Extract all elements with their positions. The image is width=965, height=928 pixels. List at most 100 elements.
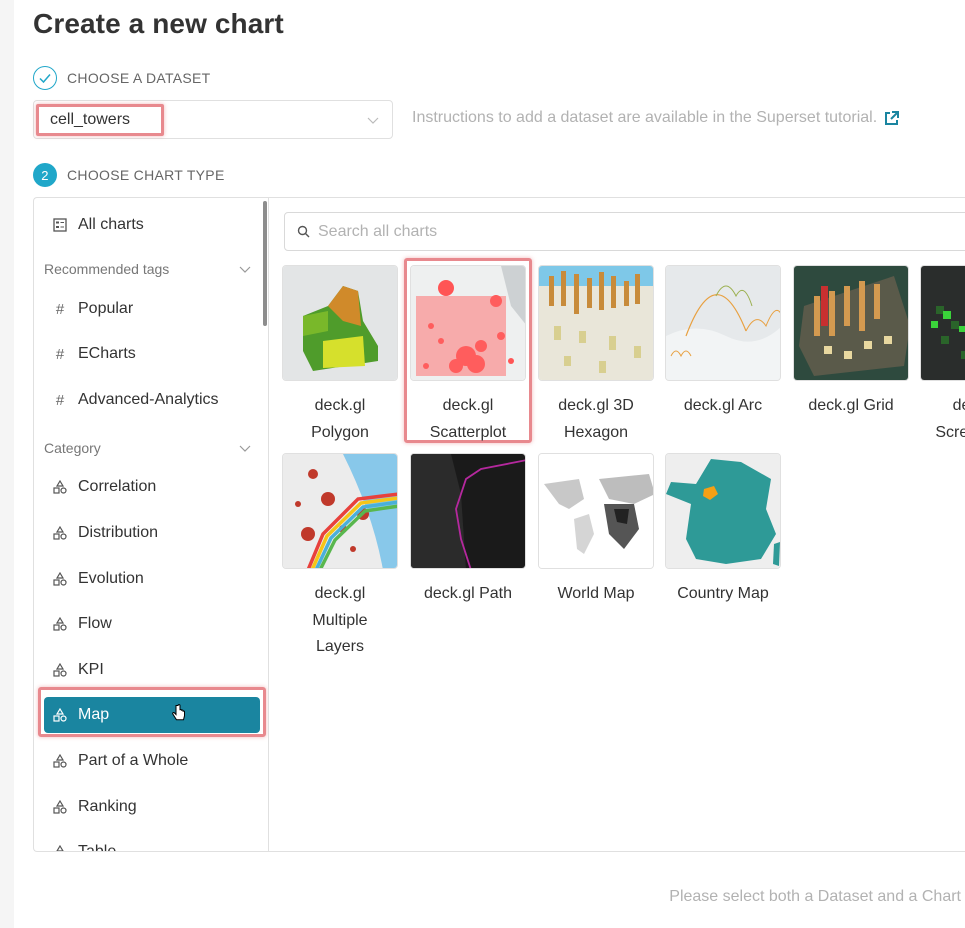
hash-icon: #: [55, 345, 65, 363]
thumbnail-polygon: [282, 265, 398, 381]
sidebar-item-flow[interactable]: Flow: [44, 606, 260, 642]
sidebar-item-popular[interactable]: # Popular: [44, 291, 260, 327]
shapes-icon: [52, 754, 68, 768]
tile-label: deck.gl 3D: [558, 397, 634, 414]
tile-label: deck.gl Grid: [808, 397, 894, 414]
chevron-down-icon[interactable]: [238, 441, 252, 455]
step-number-badge: 2: [33, 163, 57, 187]
recommended-tags-header[interactable]: Recommended tags: [44, 261, 252, 277]
chart-tile-deckgl-polygon[interactable]: deck.gl Polygon: [282, 265, 398, 446]
check-circle-icon: [33, 66, 57, 90]
thumbnail-path: [410, 453, 526, 569]
sidebar-item-echarts[interactable]: # ECharts: [44, 336, 260, 372]
dataset-selected-value[interactable]: cell_towers: [36, 104, 164, 136]
sidebar-item-label: Table: [78, 843, 116, 851]
tile-label: Country Map: [677, 585, 769, 602]
chart-tile-country-map[interactable]: Country Map: [665, 453, 781, 608]
dataset-instructions: Instructions to add a dataset are availa…: [412, 109, 900, 127]
tile-label: Hexagon: [563, 423, 629, 441]
sidebar-item-label: Popular: [78, 300, 134, 317]
shapes-icon: [52, 663, 68, 677]
search-input[interactable]: [318, 222, 918, 241]
external-link-icon[interactable]: [883, 110, 900, 127]
thumbnail-world-map: [538, 453, 654, 569]
sidebar-item-map[interactable]: Map: [44, 697, 260, 733]
step-label: CHOOSE A DATASET: [67, 70, 211, 86]
shapes-icon: [52, 617, 68, 631]
thumbnail-scatterplot: [410, 265, 526, 381]
step-label: CHOOSE CHART TYPE: [67, 167, 225, 183]
hash-icon: #: [55, 300, 65, 318]
section-title: Recommended tags: [44, 261, 170, 277]
sidebar-item-label: Evolution: [78, 570, 144, 587]
tile-label: Multiple: [312, 611, 368, 629]
instructions-text: Instructions to add a dataset are availa…: [412, 109, 878, 126]
sidebar-item-label: ECharts: [78, 345, 136, 362]
tile-label: World Map: [557, 585, 635, 602]
chart-tile-deckgl-3d-hexagon[interactable]: deck.gl 3D Hexagon: [538, 265, 654, 446]
chart-tile-world-map[interactable]: World Map: [538, 453, 654, 608]
sidebar-item-ranking[interactable]: Ranking: [44, 789, 260, 825]
dataset-select[interactable]: cell_towers: [33, 100, 393, 139]
chart-tile-deckgl-scatterplot[interactable]: deck.gl Scatterplot: [410, 265, 526, 446]
chart-tile-deckgl-arc[interactable]: deck.gl Arc: [665, 265, 781, 420]
create-chart-page: Create a new chart CHOOSE A DATASET cell…: [33, 0, 965, 928]
chart-tile-deckgl-screen-grid[interactable]: deck.gl Screen Grid: [920, 265, 965, 446]
footer-status-message: Please select both a Dataset and a Chart: [669, 888, 961, 905]
sidebar-item-part-of-a-whole[interactable]: Part of a Whole: [44, 743, 260, 779]
sidebar-item-evolution[interactable]: Evolution: [44, 561, 260, 597]
sidebar-item-all-charts[interactable]: All charts: [44, 207, 260, 243]
table-icon: [52, 218, 68, 232]
sidebar-item-correlation[interactable]: Correlation: [44, 469, 260, 505]
chevron-down-icon[interactable]: [238, 262, 252, 276]
tile-label: Polygon: [311, 423, 369, 441]
shapes-icon: [52, 526, 68, 540]
thumbnail-arc: [665, 265, 781, 381]
step-choose-chart-type: 2 CHOOSE CHART TYPE: [33, 163, 225, 187]
tile-label: deck.gl: [442, 397, 494, 414]
tile-label: deck.gl Path: [423, 585, 513, 602]
tile-label: deck.gl: [952, 397, 965, 414]
tile-label: Layers: [315, 638, 365, 655]
shapes-icon: [52, 800, 68, 814]
sidebar-item-label: Map: [78, 706, 110, 723]
sidebar-item-label: Ranking: [78, 798, 137, 815]
thumbnail-3d-hexagon: [538, 265, 654, 381]
thumbnail-screen-grid: [920, 265, 965, 381]
page-title: Create a new chart: [33, 8, 284, 39]
tile-label: Screen Grid: [935, 423, 965, 441]
chart-type-panel: All charts Recommended tags # Popular # …: [33, 197, 965, 852]
tile-label: Scatterplot: [429, 423, 507, 441]
thumbnail-grid: [793, 265, 909, 381]
sidebar-item-label: Flow: [78, 615, 112, 632]
shapes-icon: [52, 845, 68, 851]
section-title: Category: [44, 440, 101, 456]
sidebar-item-label: Part of a Whole: [78, 752, 189, 769]
sidebar-item-label: Distribution: [78, 524, 159, 541]
sidebar-item-kpi[interactable]: KPI: [44, 652, 260, 688]
shapes-icon: [52, 708, 68, 722]
search-icon: [297, 225, 310, 238]
chart-tile-deckgl-grid[interactable]: deck.gl Grid: [793, 265, 909, 420]
thumbnail-multiple-layers: [282, 453, 398, 569]
tile-label: deck.gl: [314, 397, 366, 414]
tile-label: deck.gl: [314, 585, 366, 602]
chart-tile-deckgl-path[interactable]: deck.gl Path: [410, 453, 526, 608]
left-gutter: [0, 0, 14, 928]
chart-search-box[interactable]: [284, 212, 965, 251]
chart-sidebar: All charts Recommended tags # Popular # …: [34, 198, 269, 851]
chevron-down-icon[interactable]: [366, 113, 380, 127]
sidebar-item-label: Advanced-Analytics: [78, 391, 219, 408]
hand-cursor-icon: [172, 704, 185, 721]
sidebar-scrollbar[interactable]: [263, 201, 267, 326]
sidebar-item-distribution[interactable]: Distribution: [44, 515, 260, 551]
sidebar-item-table[interactable]: Table: [44, 834, 260, 851]
sidebar-item-label: Correlation: [78, 478, 157, 495]
step-choose-dataset: CHOOSE A DATASET: [33, 66, 211, 90]
sidebar-item-label: All charts: [78, 216, 144, 233]
chart-tile-deckgl-multiple-layers[interactable]: deck.gl Multiple Layers: [282, 453, 398, 661]
sidebar-item-label: KPI: [78, 661, 104, 678]
sidebar-item-advanced-analytics[interactable]: # Advanced-Analytics: [44, 382, 260, 418]
thumbnail-country-map: [665, 453, 781, 569]
category-header[interactable]: Category: [44, 440, 252, 456]
